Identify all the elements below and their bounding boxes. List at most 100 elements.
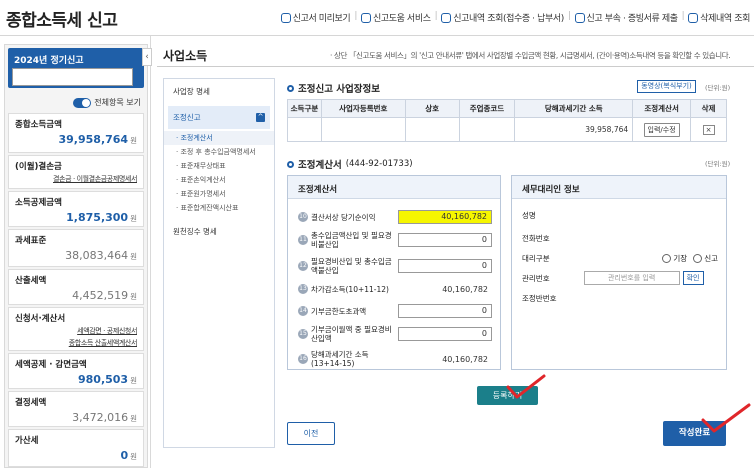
row-period-income: 16 당해과세기간 소득 (13+14-15) 40,160,782 bbox=[298, 350, 492, 368]
nav-sub-adjustment-statement[interactable]: · 조정계산서 bbox=[164, 131, 274, 145]
donation-carryover-field[interactable]: 0 bbox=[398, 327, 492, 341]
checkmark-annotation-icon bbox=[506, 374, 546, 399]
card-penalty-tax: 가산세 0원 bbox=[8, 429, 144, 467]
card-title: 종합소득금액 bbox=[15, 120, 62, 130]
card-value[interactable]: 1,875,300 원 bbox=[15, 211, 137, 224]
col-header: 상호 bbox=[404, 99, 460, 118]
row-donation-carryover: 15 기부금이월액 중 필요경비산입액 0 bbox=[298, 325, 492, 343]
table-header-row: 소득구분 사업자등록번호 상호 주업종코드 당해과세기간 소득 조정계산서 삭제 bbox=[287, 99, 727, 118]
filing-year-box: 2024년 정기신고 bbox=[8, 48, 144, 88]
card-income-deduction: 소득공제금액 1,875,300 원 bbox=[8, 191, 144, 227]
adjustment-panel: 조정계산서 10 결산서상 당기순이익 40,160,782 11 총수입금액산… bbox=[287, 175, 501, 370]
col-header: 당해과세기간 소득 bbox=[514, 99, 634, 118]
calc-unit: (단위:원) bbox=[705, 160, 731, 168]
nav-business-list[interactable]: 사업장 명세 bbox=[164, 79, 274, 104]
upload-icon bbox=[574, 12, 585, 23]
card-title: 과세표준 bbox=[15, 236, 47, 246]
filing-year-label: 2024년 정기신고 bbox=[14, 56, 84, 66]
section-bullet-icon bbox=[287, 84, 294, 92]
page-title: 사업소득 bbox=[163, 49, 208, 63]
title-divider bbox=[157, 66, 754, 67]
edit-adjustment-button[interactable]: 입력/수정 bbox=[643, 122, 680, 137]
app-title: 종합소득세 신고 bbox=[6, 11, 118, 31]
donation-excess-field[interactable]: 0 bbox=[398, 304, 492, 318]
card-value: 3,472,016 원 bbox=[72, 411, 137, 424]
business-number: (444-92-01733) bbox=[345, 159, 413, 169]
card-determined-tax: 결정세액 3,472,016 원 bbox=[8, 391, 144, 427]
page-note: · 상단 「신고도움 서비스」의 '신고 안내서류' 탭에서 사업장별 수입금액… bbox=[330, 51, 731, 60]
history-link[interactable]: 신고내역 조회(접수증 · 납부서) bbox=[441, 11, 564, 24]
current-period-income: 39,958,764 bbox=[514, 117, 634, 142]
preview-icon bbox=[280, 12, 291, 23]
card-value[interactable]: 0원 bbox=[15, 449, 137, 462]
card-deficit: (이월)결손금 결손금 · 이월결손금공제명세서 bbox=[8, 155, 144, 189]
card-title: 산출세액 bbox=[15, 276, 47, 286]
help-service-link[interactable]: 신고도움 서비스 bbox=[360, 11, 431, 24]
agent-type-row: 대리구분 기장 신고 bbox=[522, 254, 718, 263]
net-income-field[interactable]: 40,160,782 bbox=[398, 210, 492, 224]
nav-adjusted-filing[interactable]: 조정신고 ^ bbox=[168, 106, 270, 129]
period-income-value: 40,160,782 bbox=[442, 354, 488, 364]
show-all-toggle[interactable] bbox=[73, 97, 92, 108]
filing-year-input[interactable] bbox=[12, 68, 133, 86]
reduction-application-link[interactable]: 세액감면 · 공제신청서 bbox=[15, 326, 137, 336]
nav-sub-balance-sheet[interactable]: · 표준재무상태표 bbox=[164, 159, 274, 173]
show-all-toggle-row: 전체항목 보기 bbox=[5, 94, 147, 111]
summary-sidebar: 2024년 정기신고 전체항목 보기 종합소득금액 39,958,764 원 (이… bbox=[4, 44, 148, 468]
top-bar: 종합소득세 신고 신고서 미리보기 | 신고도움 서비스 | 신고내역 조회(접… bbox=[0, 0, 754, 36]
radio-filing[interactable] bbox=[693, 254, 703, 263]
delete-row-button[interactable]: × bbox=[702, 124, 715, 135]
trash-icon bbox=[688, 12, 699, 23]
col-header: 주업종코드 bbox=[458, 99, 516, 118]
bizinfo-heading: 조정신고 사업장정보 bbox=[287, 81, 380, 95]
collapse-sidebar-button[interactable]: ‹ bbox=[142, 48, 152, 66]
card-value[interactable]: 980,503 원 bbox=[15, 373, 137, 386]
net-adjusted-value: 40,160,782 bbox=[442, 284, 488, 294]
expense-inclusion-field[interactable]: 0 bbox=[398, 259, 492, 273]
revenue-inclusion-field[interactable]: 0 bbox=[398, 233, 492, 247]
section-bullet-icon bbox=[287, 160, 294, 168]
card-title: (이월)결손금 bbox=[15, 162, 62, 172]
nav-withholding[interactable]: 원천징수 명세 bbox=[164, 219, 274, 244]
calc-heading: 조정계산서 (444-92-01733) bbox=[287, 157, 413, 171]
checkmark-annotation-icon bbox=[701, 403, 751, 433]
nav-sub-trial-balance[interactable]: · 표준합계잔액시산표 bbox=[164, 201, 274, 215]
preview-link[interactable]: 신고서 미리보기 bbox=[280, 11, 351, 24]
col-header: 조정계산서 bbox=[632, 99, 692, 118]
video-guide-button[interactable]: 동영상(복식부기) bbox=[637, 80, 696, 93]
mgmt-number-input[interactable]: 관리번호를 입력 bbox=[583, 271, 680, 285]
col-header: 소득구분 bbox=[287, 99, 322, 118]
business-info-table: 소득구분 사업자등록번호 상호 주업종코드 당해과세기간 소득 조정계산서 삭제… bbox=[287, 99, 727, 142]
mgmt-check-button[interactable]: 확인 bbox=[682, 271, 704, 285]
card-tax-credit: 세액공제 · 감면금액 980,503 원 bbox=[8, 353, 144, 389]
tax-agent-panel-title: 세무대리인 정보 bbox=[512, 176, 726, 199]
calc-statement-link[interactable]: 종합소득 산출세액계산서 bbox=[15, 338, 138, 348]
radio-bookkeeping[interactable] bbox=[662, 254, 672, 263]
nav-sub-cost-statement[interactable]: · 표준원가명세서 bbox=[164, 187, 274, 201]
col-header: 사업자등록번호 bbox=[320, 99, 406, 118]
nav-sub-revenue-statement[interactable]: · 조정 후 총수입금액명세서 bbox=[164, 145, 274, 159]
card-title: 신청서·계산서 bbox=[15, 314, 66, 324]
bizinfo-unit: (단위:원) bbox=[705, 84, 731, 92]
top-links: 신고서 미리보기 | 신고도움 서비스 | 신고내역 조회(접수증 · 납부서)… bbox=[280, 11, 750, 24]
deleted-history-link[interactable]: 삭제내역 조회 bbox=[688, 11, 750, 24]
submit-docs-link[interactable]: 신고 부속 · 증빙서류 제출 bbox=[574, 11, 678, 24]
card-value[interactable]: 39,958,764 원 bbox=[15, 133, 138, 146]
card-calculated-tax: 산출세액 4,452,519 원 bbox=[8, 269, 144, 305]
panel-divider bbox=[150, 36, 151, 468]
collapse-up-icon[interactable]: ^ bbox=[256, 113, 265, 122]
agent-team-label: 조정반번호 bbox=[522, 294, 557, 303]
nav-sub-income-statement[interactable]: · 표준손익계산서 bbox=[164, 173, 274, 187]
agent-phone-label: 전화번호 bbox=[522, 234, 550, 243]
card-title: 세액공제 · 감면금액 bbox=[15, 360, 87, 370]
row-donation-excess: 14 기부금한도초과액 0 bbox=[298, 304, 492, 318]
card-title: 결정세액 bbox=[15, 398, 47, 408]
card-tax-base: 과세표준 38,083,464 원 bbox=[8, 229, 144, 267]
show-all-label: 전체항목 보기 bbox=[94, 98, 141, 107]
table-row: 39,958,764 입력/수정 × bbox=[287, 117, 727, 142]
col-header: 삭제 bbox=[690, 99, 727, 118]
prev-button[interactable]: 이전 bbox=[287, 422, 335, 445]
section-nav: 사업장 명세 조정신고 ^ · 조정계산서 · 조정 후 총수입금액명세서 · … bbox=[163, 78, 275, 448]
deficit-statement-link[interactable]: 결손금 · 이월결손금공제명세서 bbox=[15, 174, 137, 184]
agent-mgmt-row: 관리번호 관리번호를 입력 확인 bbox=[522, 271, 704, 285]
